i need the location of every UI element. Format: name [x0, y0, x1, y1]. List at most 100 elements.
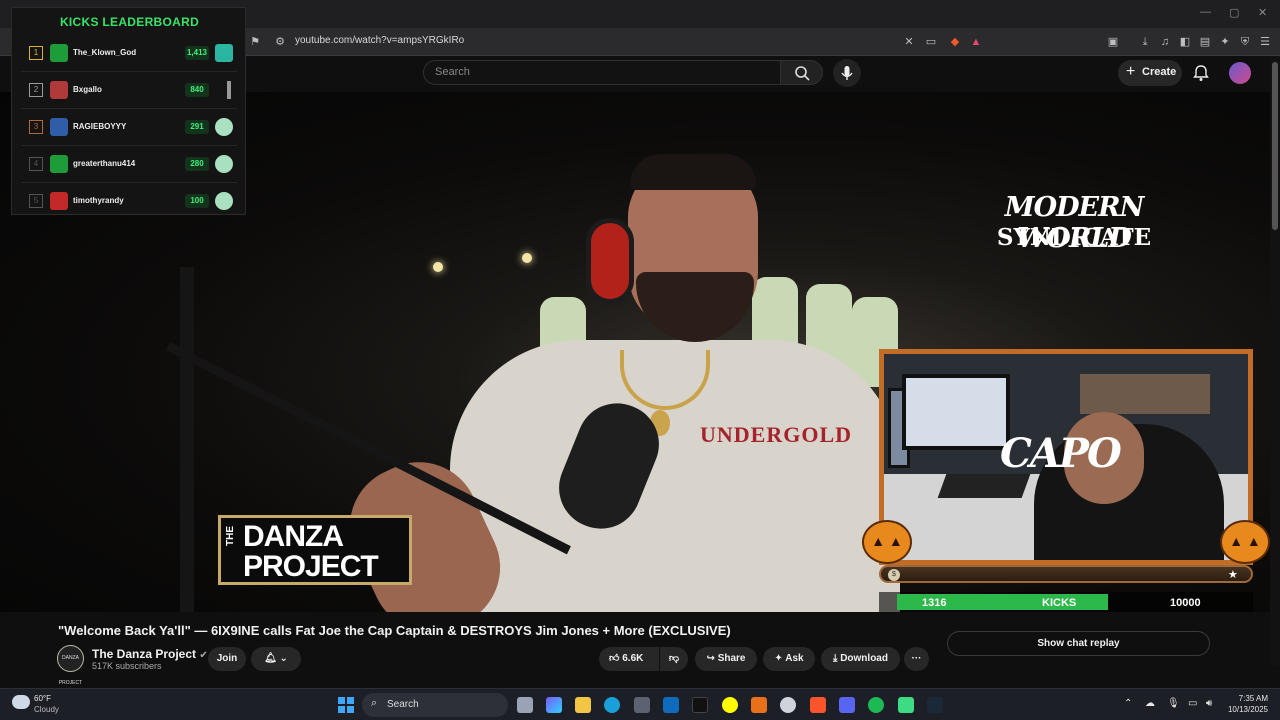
clock-time[interactable]: 7:35 AM — [1222, 694, 1268, 703]
wallet-icon[interactable]: ▤ — [1198, 35, 1212, 49]
user-score: 291 — [185, 120, 209, 134]
channel-avatar[interactable]: DANZA PROJECT — [57, 645, 84, 686]
chevron-down-icon: ⌄ — [279, 653, 288, 664]
user-name: The_Klown_God — [73, 48, 137, 57]
weather-desc[interactable]: Cloudy — [34, 705, 59, 714]
tab-search-icon[interactable]: ▣ — [1106, 35, 1120, 49]
kick-item-icon — [215, 118, 233, 136]
share-button[interactable]: ↪ Share — [695, 647, 757, 671]
scrollbar-thumb[interactable] — [1272, 62, 1278, 230]
ask-label: Ask — [785, 653, 804, 664]
subscribe-bell-button[interactable]: 🔔︎ ⌄ — [251, 647, 301, 671]
goal-current: 1316 — [922, 597, 947, 609]
outlook-icon[interactable] — [663, 697, 679, 713]
weather-cloud-icon[interactable] — [12, 695, 30, 709]
site-settings-icon[interactable]: ⚙ — [273, 35, 287, 49]
leaderboard-row: 5 timothyrandy 100 — [21, 184, 237, 220]
download-label: Download — [840, 653, 888, 664]
edge-icon[interactable] — [604, 697, 620, 713]
tiktok-icon[interactable] — [692, 697, 708, 713]
headphones — [586, 218, 634, 304]
subscriber-count: 517K subscribers — [92, 661, 162, 671]
minimize-button[interactable]: — — [1200, 6, 1211, 18]
kick-item-icon — [215, 192, 233, 210]
channel-name-text: The Danza Project — [92, 647, 197, 661]
webcam-monitor — [902, 374, 1010, 450]
discord-icon[interactable] — [839, 697, 855, 713]
copilot-icon[interactable] — [546, 697, 562, 713]
weather-temp[interactable]: 60°F — [34, 694, 51, 703]
onedrive-icon[interactable]: ☁ — [1145, 698, 1155, 709]
webcam-keyboard — [937, 474, 1031, 498]
rank-badge: 4 — [29, 157, 43, 171]
account-avatar[interactable] — [1229, 62, 1251, 84]
settings-icon[interactable] — [780, 697, 796, 713]
dislike-button[interactable]: 👎︎ — [660, 647, 688, 671]
mic-tray-icon[interactable]: 🎙︎ — [1167, 698, 1180, 709]
search-button[interactable] — [780, 60, 823, 85]
download-icon: ⤓ — [833, 653, 838, 664]
user-avatar — [50, 155, 68, 173]
leaderboard-row: 4 greaterthanu414 280 — [21, 147, 237, 183]
task-view-icon[interactable] — [517, 697, 533, 713]
network-icon[interactable]: ▭ — [1188, 698, 1197, 709]
media-icon[interactable]: ♫ — [1158, 35, 1172, 49]
leo-ai-icon[interactable]: ✦ — [1218, 35, 1232, 49]
volume-icon[interactable]: 🔊︎ — [1206, 698, 1212, 709]
channel-name[interactable]: The Danza Project ✔ — [92, 647, 208, 661]
file-explorer-icon[interactable] — [575, 697, 591, 713]
ask-button[interactable]: ✦ Ask — [763, 647, 815, 671]
vpn-icon[interactable]: ⛨ — [1238, 35, 1252, 49]
create-button[interactable]: + Create — [1118, 60, 1182, 86]
like-button[interactable]: 👍︎ 6.6K — [599, 647, 659, 671]
vlc-icon[interactable] — [751, 697, 767, 713]
show-chat-replay-button[interactable]: Show chat replay — [947, 631, 1210, 656]
mute-icon[interactable]: ✕ — [902, 35, 916, 49]
logo-line-2: PROJECT — [243, 550, 379, 583]
goal-label: KICKS — [1042, 597, 1077, 609]
maximize-button[interactable]: ▢ — [1229, 6, 1239, 19]
rank-badge: 3 — [29, 120, 43, 134]
voice-search-button[interactable] — [833, 59, 861, 87]
menu-icon[interactable]: ☰ — [1258, 35, 1272, 49]
user-score: 280 — [185, 157, 209, 171]
sidebar-icon[interactable]: ◧ — [1178, 35, 1192, 49]
brave-rewards-icon[interactable]: ▲ — [969, 35, 983, 49]
bookmark-icon[interactable]: ⚑ — [248, 35, 262, 49]
url-text[interactable]: youtube.com/watch?v=ampsYRGkIRo — [295, 35, 464, 46]
bell-icon: 🔔︎ — [264, 653, 277, 664]
join-button[interactable]: Join — [208, 647, 246, 671]
goal-target: 10000 — [1170, 597, 1201, 609]
thumbs-down-icon: 👎︎ — [668, 653, 680, 664]
downloads-icon[interactable]: ⤓ — [1138, 35, 1152, 49]
kick-item-icon — [215, 44, 233, 62]
notifications-bell-icon[interactable] — [1192, 64, 1210, 82]
danza-project-logo: THE DANZA PROJECT — [218, 515, 412, 585]
spotify-icon[interactable] — [868, 697, 884, 713]
close-window-button[interactable]: ✕ — [1258, 6, 1267, 19]
share-label: Share — [717, 653, 746, 664]
user-name: Bxgallo — [73, 85, 102, 94]
brave-icon[interactable] — [810, 697, 826, 713]
more-actions-button[interactable]: ··· — [904, 647, 929, 671]
store-icon[interactable] — [634, 697, 650, 713]
download-button[interactable]: ⤓ Download — [821, 647, 900, 671]
app-icon[interactable] — [898, 697, 914, 713]
windows-start-icon[interactable] — [338, 697, 354, 713]
snapchat-icon[interactable] — [722, 697, 738, 713]
rank-badge: 5 — [29, 194, 43, 208]
brave-shields-icon[interactable]: ◆ — [948, 35, 962, 49]
pumpkin-icon: ▲ ▲ — [1220, 520, 1270, 564]
cast-icon[interactable]: ▭ — [924, 35, 938, 49]
share-icon: ↪ — [706, 653, 715, 664]
clock-date[interactable]: 10/13/2025 — [1216, 705, 1268, 714]
create-label: Create — [1142, 66, 1177, 78]
steam-icon[interactable] — [927, 697, 943, 713]
background-light — [433, 262, 443, 272]
search-input[interactable]: Search — [423, 60, 781, 85]
tray-overflow-icon[interactable]: ⌃ — [1124, 698, 1132, 709]
taskbar-search[interactable]: ⌕ Search — [362, 693, 508, 717]
mic-stand — [180, 267, 194, 612]
rank-badge: 2 — [29, 83, 43, 97]
leaderboard-row: 3 RAGIEBOYYY 291 — [21, 110, 237, 146]
